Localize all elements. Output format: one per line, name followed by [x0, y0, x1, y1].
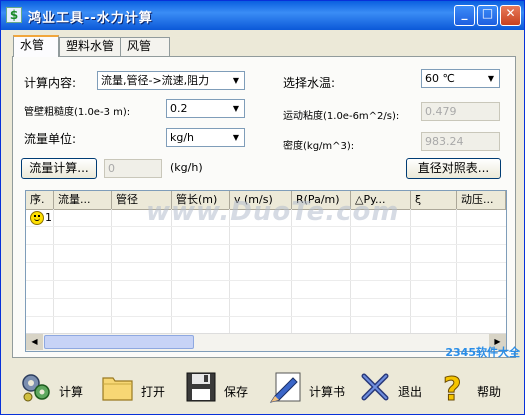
flow-calc-unit: (kg/h)	[170, 161, 203, 174]
density-label: 密度(kg/m^3):	[283, 141, 355, 152]
column-header[interactable]: 序.	[26, 191, 54, 209]
smiley-icon	[30, 211, 44, 225]
column-header[interactable]: ξ	[411, 191, 457, 209]
density-field: 983.24	[421, 132, 500, 151]
scroll-thumb[interactable]	[44, 335, 194, 349]
viscosity-value: 0.479	[425, 105, 457, 118]
water-temp-select[interactable]: 60 ℃ ▼	[421, 69, 500, 88]
help-label: 帮助	[477, 385, 502, 399]
calculate-button[interactable]: 计算	[19, 370, 91, 406]
save-label: 保存	[224, 385, 249, 399]
maximize-button[interactable]: □	[477, 5, 498, 26]
density-value: 983.24	[425, 135, 464, 148]
chevron-down-icon: ▼	[228, 100, 244, 117]
exit-label: 退出	[398, 385, 423, 399]
chevron-down-icon: ▼	[228, 72, 244, 89]
title-bar[interactable]: $ 鸿业工具--水力计算 _ □ ✕	[1, 1, 524, 30]
water-temp-value: 60 ℃	[425, 72, 455, 85]
grid-line	[26, 298, 506, 299]
flow-calc-field: 0	[104, 159, 162, 178]
app-logo-icon: $	[6, 7, 22, 23]
row-seq: 1	[45, 211, 52, 224]
tab-air-duct[interactable]: 风管	[120, 37, 170, 56]
tab-plastic-pipe[interactable]: 塑料水管	[59, 37, 121, 56]
tab-water-pipe[interactable]: 水管	[13, 35, 59, 57]
pen-document-icon	[269, 372, 301, 403]
diameter-table-button[interactable]: 直径对照表...	[406, 158, 501, 179]
open-label: 打开	[141, 385, 166, 399]
app-window: $ 鸿业工具--水力计算 _ □ ✕ 水管 塑料水管 风管 计算内容: 流量,管…	[0, 0, 525, 415]
watermark: www.DuoTe.com	[146, 197, 400, 227]
grid-line	[26, 280, 506, 281]
column-header[interactable]: 流量...	[54, 191, 112, 209]
grid-line	[291, 209, 292, 333]
calculate-label: 计算	[59, 385, 84, 399]
chevron-down-icon: ▼	[483, 70, 499, 87]
viscosity-field: 0.479	[421, 102, 500, 121]
flow-unit-label: 流量单位:	[24, 132, 77, 146]
viscosity-label: 运动粘度(1.0e-6m^2/s):	[283, 111, 400, 122]
calc-content-label: 计算内容:	[24, 76, 77, 90]
grid-line	[53, 209, 54, 333]
report-label: 计算书	[309, 385, 346, 399]
exit-button[interactable]: 退出	[358, 370, 430, 406]
gears-icon	[22, 374, 50, 402]
grid-line	[229, 209, 230, 333]
brand-watermark: 2345软件大全	[445, 346, 520, 359]
svg-text:?: ?	[443, 370, 462, 404]
save-button[interactable]: 保存	[184, 370, 256, 406]
window-title: 鸿业工具--水力计算	[28, 11, 153, 26]
minimize-button[interactable]: _	[454, 5, 475, 26]
flow-calc-value: 0	[108, 162, 115, 175]
grid-line	[26, 316, 506, 317]
grid-line	[410, 209, 411, 333]
grid-line	[26, 244, 506, 245]
grid-line	[171, 209, 172, 333]
grid-line	[111, 209, 112, 333]
exit-x-icon	[361, 373, 389, 401]
calc-content-value: 流量,管径->流速,阻力	[101, 74, 210, 87]
calc-content-select[interactable]: 流量,管径->流速,阻力 ▼	[97, 71, 245, 90]
floppy-disk-icon	[186, 372, 216, 402]
column-header[interactable]: 动压...	[457, 191, 506, 209]
horizontal-scrollbar[interactable]: ◀ ▶	[26, 333, 506, 351]
flow-calc-button[interactable]: 流量计算...	[21, 158, 97, 179]
grid-line	[456, 209, 457, 333]
report-button[interactable]: 计算书	[269, 370, 349, 406]
close-button[interactable]: ✕	[500, 5, 521, 26]
folder-icon	[102, 377, 133, 401]
grid-line	[350, 209, 351, 333]
roughness-value: 0.2	[170, 102, 188, 115]
help-button[interactable]: ? 帮助	[437, 370, 517, 406]
scroll-left-icon[interactable]: ◀	[26, 334, 43, 350]
flow-unit-value: kg/h	[170, 131, 195, 144]
grid-line	[26, 262, 506, 263]
roughness-select[interactable]: 0.2 ▼	[166, 99, 245, 118]
water-temp-label: 选择水温:	[283, 76, 336, 90]
flow-unit-select[interactable]: kg/h ▼	[166, 128, 245, 147]
roughness-label: 管壁粗糙度(1.0e-3 m):	[24, 107, 131, 118]
open-button[interactable]: 打开	[101, 370, 173, 406]
chevron-down-icon: ▼	[228, 129, 244, 146]
bottom-toolbar: 计算 打开 保存 计算书 退出 ? 帮助	[1, 361, 524, 415]
help-question-icon: ?	[443, 370, 463, 404]
